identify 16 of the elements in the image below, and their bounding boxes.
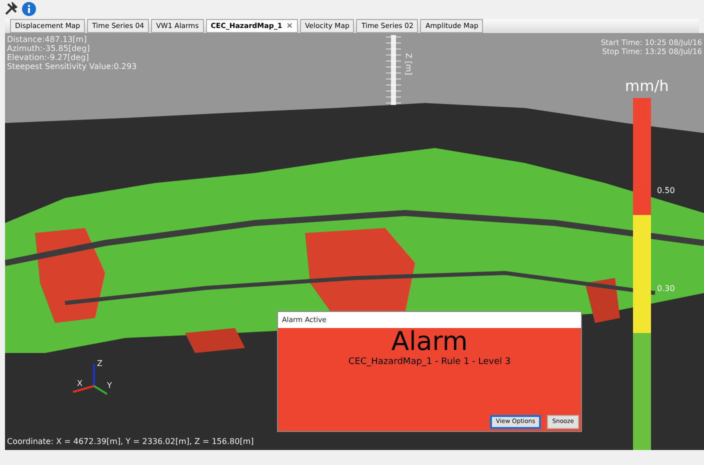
coordinate-text: Coordinate: X = 4672.39[m], Y = 2336.02[m], Z = 156.80[m] <box>7 436 254 448</box>
view-info-text: Distance:487.13[m] <box>7 35 88 44</box>
close-icon[interactable]: × <box>286 20 293 32</box>
view-info-text: Steepest Sensitivity Value:0.293 <box>7 62 137 71</box>
axis-triad-drawing: Z X Y <box>67 358 119 398</box>
legend-unit: mm/h <box>625 76 669 97</box>
legend-label: 0.30 <box>657 283 675 295</box>
tools-icon[interactable] <box>4 2 18 16</box>
view-info-text: Azimuth:-35.85[deg] <box>7 44 91 53</box>
alarm-heading: Alarm <box>391 328 468 356</box>
view-info-text: Elevation:-9.27[deg] <box>7 53 90 62</box>
legend-label: 0.50 <box>657 185 675 197</box>
z-axis-ruler-icon <box>383 35 403 105</box>
info-icon[interactable] <box>22 2 36 16</box>
alarm-message: CEC_HazardMap_1 - Rule 1 - Level 3 <box>348 356 511 369</box>
z-axis-label: Z [m] <box>403 53 414 76</box>
